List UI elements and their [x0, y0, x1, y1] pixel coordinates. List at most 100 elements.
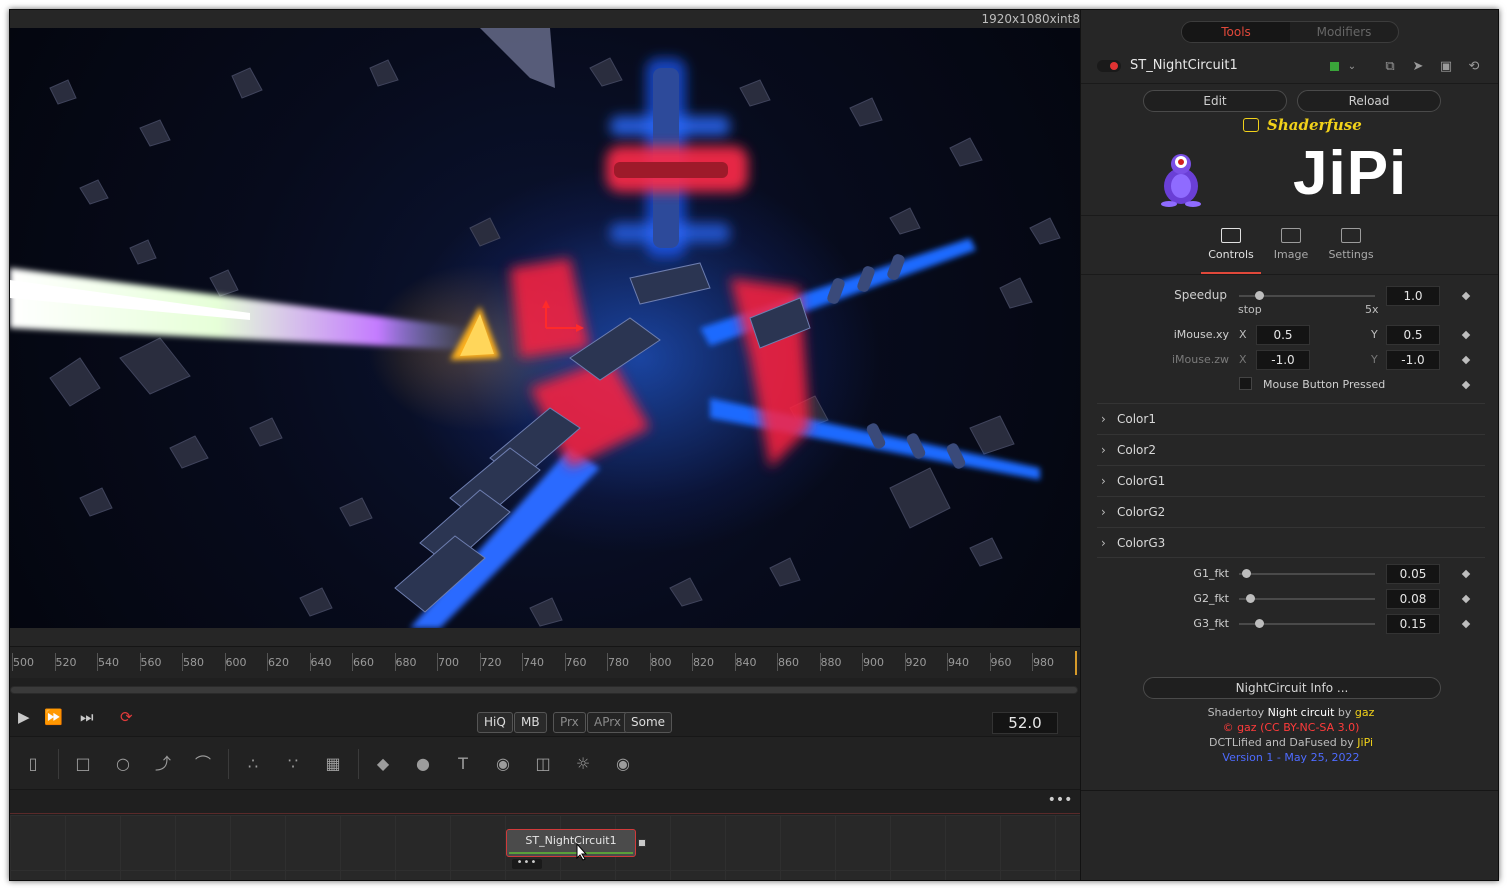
credits-line-1: Shadertoy Night circuit by gaz — [1081, 706, 1498, 719]
versions-icon[interactable]: ⧉ — [1381, 58, 1399, 76]
speedup-slider[interactable] — [1239, 291, 1375, 300]
keyframe-icon[interactable] — [1461, 569, 1471, 579]
skip-to-end-icon[interactable]: ⏭ — [80, 708, 94, 726]
transport-bar: ▶ ⏩ ⏭ ⟳ HiQ MB Prx APrx Some 52.0 — [10, 698, 1080, 736]
tab-tools[interactable]: Tools — [1182, 22, 1290, 42]
play-icon[interactable]: ▶ — [18, 708, 30, 726]
render-view[interactable] — [10, 28, 1080, 628]
node-output-port[interactable] — [638, 839, 646, 847]
ruler-tick-label: 880 — [820, 656, 842, 669]
ruler-tick-label: 800 — [650, 656, 672, 669]
light-3d-icon[interactable]: ☼ — [572, 753, 594, 775]
group-color1[interactable]: › Color1 — [1097, 403, 1485, 434]
group-colorg2[interactable]: › ColorG2 — [1097, 496, 1485, 527]
keyframe-icon[interactable] — [1461, 330, 1471, 340]
g3-slider[interactable] — [1239, 619, 1375, 628]
background-tool-icon[interactable]: ▯ — [22, 753, 44, 775]
edit-button[interactable]: Edit — [1143, 90, 1287, 112]
viewer-panel[interactable]: 1920x1080xint8 — [10, 10, 1080, 646]
g3-slider-knob[interactable] — [1255, 619, 1265, 628]
group-color1-label: Color1 — [1117, 412, 1156, 426]
pin-icon[interactable]: ➤ — [1409, 58, 1427, 76]
playhead-marker[interactable] — [1075, 651, 1077, 675]
tool-enable-toggle[interactable] — [1097, 60, 1121, 72]
shader-node[interactable]: ST_NightCircuit1 — [506, 829, 636, 857]
credits-license[interactable]: © gaz (CC BY-NC-SA 3.0) — [1081, 721, 1498, 734]
settings-icon — [1341, 228, 1361, 243]
speedup-slider-knob[interactable] — [1255, 291, 1265, 300]
inspector-panel: Tools Modifiers ST_NightCircuit1 ⌄ ⧉ ➤ ▣… — [1080, 10, 1498, 880]
ruler-tick-label: 740 — [523, 656, 544, 669]
node-editor[interactable]: ST_NightCircuit1 ••• — [10, 815, 1080, 880]
imouse-xy-x-field[interactable]: 0.5 — [1256, 325, 1310, 345]
group-color2[interactable]: › Color2 — [1097, 434, 1485, 465]
imouse-xy-y-field[interactable]: 0.5 — [1386, 325, 1440, 345]
hiq-button[interactable]: HiQ — [477, 712, 513, 733]
polygon-mask-icon[interactable]: ⤴ — [152, 753, 174, 775]
keyframe-icon[interactable] — [1461, 594, 1471, 604]
ruler-tick-label: 600 — [225, 656, 247, 669]
tab-settings[interactable]: Settings — [1321, 228, 1381, 261]
rectangle-mask-icon[interactable]: □ — [72, 753, 94, 775]
reload-button[interactable]: Reload — [1297, 90, 1441, 112]
node-input-ports[interactable]: ••• — [512, 858, 542, 869]
keyframe-icon[interactable] — [1461, 380, 1471, 390]
merge-3d-icon[interactable]: ◉ — [492, 753, 514, 775]
toolbar-divider — [58, 749, 59, 779]
timeline-scrubber[interactable] — [10, 686, 1078, 694]
prx-button[interactable]: Prx — [553, 712, 586, 733]
mb-button[interactable]: MB — [514, 712, 547, 733]
current-frame-field[interactable]: 52.0 — [992, 712, 1058, 734]
camera-3d-icon[interactable]: ◫ — [532, 753, 554, 775]
sliders-icon — [1221, 228, 1241, 243]
more-options-button[interactable]: ••• — [1046, 792, 1074, 812]
lock-icon[interactable]: ▣ — [1437, 58, 1455, 76]
g2-slider-knob[interactable] — [1245, 594, 1255, 603]
particle-render-icon[interactable]: ∵ — [282, 753, 304, 775]
speedup-value-field[interactable]: 1.0 — [1386, 286, 1440, 306]
g1-slider-knob[interactable] — [1241, 569, 1251, 578]
bspline-mask-icon[interactable]: ⌒ — [192, 753, 214, 775]
loop-icon[interactable]: ⟳ — [120, 708, 133, 726]
group-colorg1-label: ColorG1 — [1117, 474, 1166, 488]
imouse-zw-y-field[interactable]: -1.0 — [1386, 350, 1440, 370]
ruler-tick-label: 620 — [268, 656, 289, 669]
shape-3d-icon[interactable]: ● — [412, 753, 434, 775]
ellipse-mask-icon[interactable]: ○ — [112, 753, 134, 775]
credit-author[interactable]: gaz — [1355, 706, 1375, 719]
particle-style-icon[interactable]: ▦ — [322, 753, 344, 775]
tab-image[interactable]: Image — [1261, 228, 1321, 261]
keyframe-icon[interactable] — [1461, 291, 1471, 301]
tab-modifiers[interactable]: Modifiers — [1290, 22, 1398, 42]
group-colorg3[interactable]: › ColorG3 — [1097, 527, 1485, 558]
g2-slider[interactable] — [1239, 594, 1375, 603]
chevron-down-icon[interactable]: ⌄ — [1343, 58, 1361, 76]
credit-shader-name[interactable]: Night circuit — [1268, 706, 1335, 719]
g2-value-field[interactable]: 0.08 — [1386, 589, 1440, 609]
g1-value-field[interactable]: 0.05 — [1386, 564, 1440, 584]
renderer-3d-icon[interactable]: ◉ — [612, 753, 634, 775]
imouse-zw-x-field[interactable]: -1.0 — [1256, 350, 1310, 370]
some-button[interactable]: Some — [624, 712, 673, 733]
group-colorg1[interactable]: › ColorG1 — [1097, 465, 1485, 496]
tab-controls[interactable]: Controls — [1201, 228, 1261, 274]
keyframe-icon[interactable] — [1461, 355, 1471, 365]
credit-jipi[interactable]: JiPi — [1357, 736, 1373, 749]
g3-value-field[interactable]: 0.15 — [1386, 614, 1440, 634]
image-plane-3d-icon[interactable]: ◆ — [372, 753, 394, 775]
g1-slider[interactable] — [1239, 569, 1375, 578]
info-button[interactable]: NightCircuit Info ... — [1143, 677, 1441, 699]
credits-version[interactable]: Version 1 - May 25, 2022 — [1081, 751, 1498, 764]
keyframe-icon[interactable] — [1461, 619, 1471, 629]
time-ruler[interactable]: 500 520 540 560 580 600 620 640 660 680 700 720 740 7… — [10, 646, 1080, 678]
ruler-tick-label: 680 — [395, 656, 417, 669]
ruler-tick-label: 980 — [1033, 656, 1054, 669]
reset-icon[interactable]: ⟲ — [1465, 58, 1483, 76]
mouse-button-checkbox[interactable] — [1239, 377, 1252, 390]
ruler-tick-label: 500 — [13, 656, 34, 669]
aprx-button[interactable]: APrx — [587, 712, 628, 733]
fast-forward-icon[interactable]: ⏩ — [44, 708, 63, 726]
text-3d-icon[interactable]: T — [452, 753, 474, 775]
particle-emitter-icon[interactable]: ∴ — [242, 753, 264, 775]
tool-color-swatch[interactable] — [1330, 62, 1339, 71]
